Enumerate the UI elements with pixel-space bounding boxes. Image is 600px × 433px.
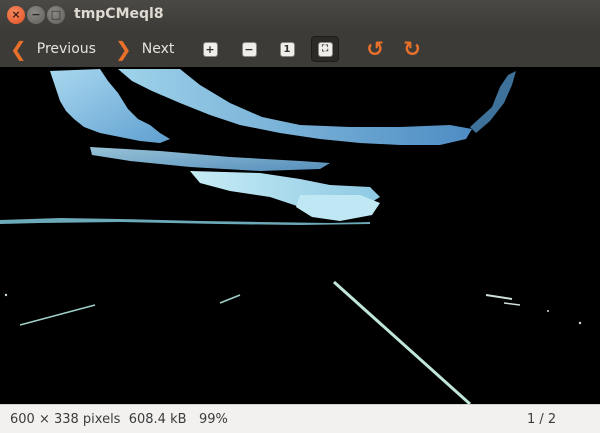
chevron-left-icon: ❮ [10,37,27,61]
zoom-in-button[interactable]: + [196,36,224,62]
file-size: 608.4 kB [128,412,187,427]
rotate-right-button[interactable]: ↻ [398,36,426,62]
minimize-window-button[interactable]: − [27,6,45,24]
rotate-left-button[interactable]: ↺ [361,36,389,62]
previous-button[interactable]: ❮ Previous [10,37,96,61]
zoom-normal-button[interactable]: 1 [273,36,301,62]
best-fit-button[interactable]: ⛶ [311,36,339,62]
image-dimensions: 600 × 338 pixels [10,412,121,427]
maximize-window-button[interactable]: □ [47,6,65,24]
zoom-level: 99% [198,412,228,427]
zoom-out-icon: − [241,41,257,57]
toolbar: ❮ Previous ❯ Next + − 1 ⛶ ↺ ↻ [0,30,600,67]
zoom-normal-icon: 1 [279,41,295,57]
zoom-out-button[interactable]: − [235,36,263,62]
rotate-left-icon: ↺ [366,36,384,61]
image-canvas[interactable] [0,67,600,404]
title-bar[interactable]: × − □ tmpCMeql8 [0,0,600,30]
window-title: tmpCMeql8 [74,6,164,22]
image-viewer-window: × − □ tmpCMeql8 ❮ Previous ❯ Next + − 1 … [0,0,600,433]
rotate-right-icon: ↻ [403,36,421,61]
image-info: 600 × 338 pixels 608.4 kB 99% [10,412,228,427]
next-button[interactable]: ❯ Next [115,37,174,61]
previous-label: Previous [36,41,96,57]
page-position: 1 / 2 [527,412,557,427]
zoom-in-icon: + [202,41,218,57]
close-window-button[interactable]: × [7,6,25,24]
displayed-image [0,69,582,404]
next-label: Next [141,41,175,57]
chevron-right-icon: ❯ [115,37,132,61]
status-bar: 600 × 338 pixels 608.4 kB 99% 1 / 2 [0,404,600,433]
best-fit-icon: ⛶ [317,41,333,57]
